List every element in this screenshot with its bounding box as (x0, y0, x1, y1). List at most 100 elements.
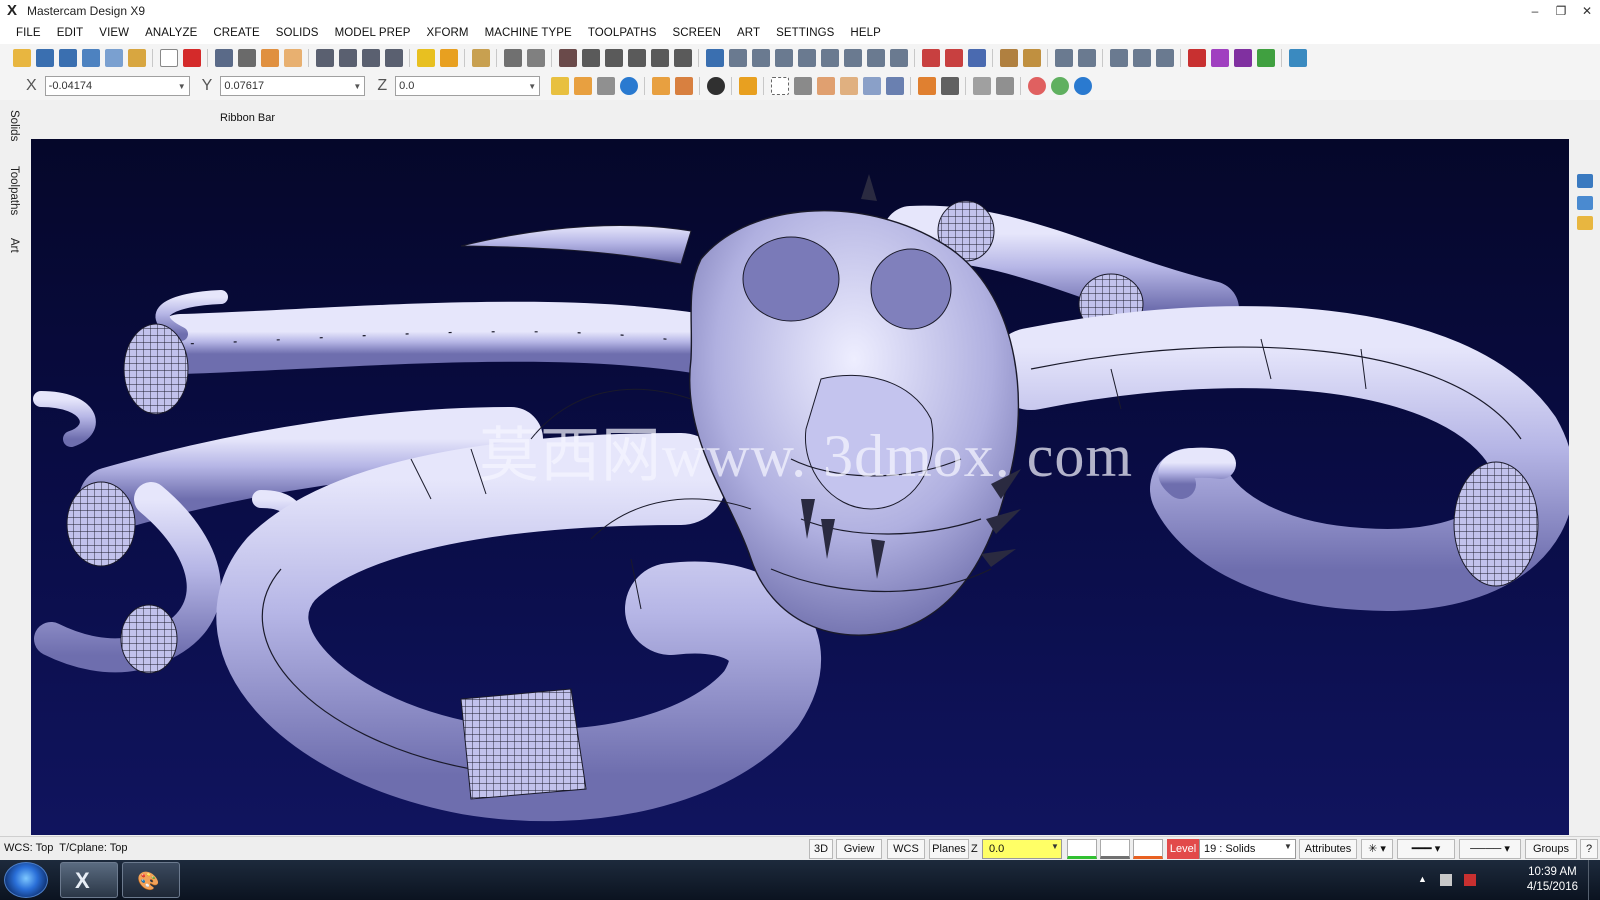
analyze-icon[interactable] (214, 49, 233, 67)
menu-machine-type[interactable]: MACHINE TYPE (477, 22, 580, 44)
window-select-icon[interactable] (674, 77, 693, 95)
spline-icon[interactable] (797, 49, 816, 67)
delete-entity-icon[interactable] (526, 49, 545, 67)
view-3d-button[interactable]: 3D (809, 839, 833, 859)
x-coord-input[interactable]: -0.04174 ▼ (44, 76, 190, 96)
point-icon[interactable] (705, 49, 724, 67)
attributes-button[interactable]: Attributes (1299, 839, 1357, 859)
face-select-icon[interactable] (839, 77, 858, 95)
refresh-icon[interactable] (706, 77, 725, 95)
scale-icon[interactable] (673, 49, 692, 67)
help-icon[interactable] (619, 77, 638, 95)
stretch-icon[interactable] (627, 49, 646, 67)
pointer-icon[interactable] (793, 77, 812, 95)
surface-icon[interactable] (1054, 49, 1073, 67)
print-icon[interactable] (1155, 49, 1174, 67)
level-select[interactable]: 19 : Solids (1199, 839, 1296, 859)
save-icon[interactable] (35, 49, 54, 67)
point-style-select[interactable]: ✳ ▾ (1361, 839, 1393, 859)
menu-file[interactable]: FILE (8, 22, 49, 44)
menu-help[interactable]: HELP (842, 22, 888, 44)
folder-icon[interactable] (1577, 216, 1593, 230)
line-width-select[interactable]: ──── ▾ (1459, 839, 1521, 859)
tab-art[interactable]: Art (8, 238, 20, 253)
sum-icon[interactable] (237, 49, 256, 67)
menu-screen[interactable]: SCREEN (664, 22, 729, 44)
sketch-icon[interactable] (889, 49, 908, 67)
restore-button[interactable]: ❐ (1548, 0, 1574, 22)
fill-color-button[interactable] (1100, 839, 1130, 859)
level-label[interactable]: Level (1167, 839, 1199, 859)
wcs-button[interactable]: WCS (887, 839, 925, 859)
menu-toolpaths[interactable]: TOOLPATHS (580, 22, 665, 44)
planes-button[interactable]: Planes (929, 839, 969, 859)
groups-button[interactable]: Groups (1525, 839, 1577, 859)
copy-icon[interactable] (260, 49, 279, 67)
pencil-icon[interactable] (416, 49, 435, 67)
group-select-icon[interactable] (972, 77, 991, 95)
y-coord-input[interactable]: 0.07617 ▼ (220, 76, 366, 96)
curve-icon[interactable] (843, 49, 862, 67)
break-icon[interactable] (503, 49, 522, 67)
circle-icon[interactable] (751, 49, 770, 67)
show-desktop-button[interactable] (1588, 860, 1600, 900)
analyze-contour-icon[interactable] (384, 49, 403, 67)
open-file-icon[interactable] (12, 49, 31, 67)
list-icon[interactable] (999, 49, 1018, 67)
solid-revolve-icon[interactable] (944, 49, 963, 67)
menu-xform[interactable]: XFORM (419, 22, 477, 44)
copy-file-icon[interactable] (104, 49, 123, 67)
settings-icon[interactable] (1233, 49, 1252, 67)
translate-icon[interactable] (558, 49, 577, 67)
z-depth-input[interactable]: 0.0 (982, 839, 1062, 859)
start-button[interactable] (4, 862, 48, 898)
chevron-down-icon[interactable]: ▼ (1051, 842, 1059, 851)
tab-solids[interactable]: Solids (8, 110, 20, 141)
chevron-down-icon[interactable]: ▼ (528, 82, 536, 91)
cancel-icon[interactable] (1027, 77, 1046, 95)
menu-edit[interactable]: EDIT (49, 22, 92, 44)
solid-color-button[interactable] (1133, 839, 1163, 859)
line-icon[interactable] (728, 49, 747, 67)
ok-icon[interactable] (1050, 77, 1069, 95)
menu-settings[interactable]: SETTINGS (768, 22, 842, 44)
chain-select-icon[interactable] (651, 77, 670, 95)
tray-expand-icon[interactable]: ▲ (1418, 874, 1430, 886)
eraser-icon[interactable] (439, 49, 458, 67)
autocursor-icon[interactable] (573, 77, 592, 95)
z-coord-input[interactable]: 0.0 ▼ (395, 76, 541, 96)
network-icon[interactable] (1464, 874, 1476, 886)
recycle-icon[interactable] (1256, 49, 1275, 67)
gear-icon[interactable] (1210, 49, 1229, 67)
close-window-button[interactable]: ✕ (1574, 0, 1600, 22)
tray-device-icon[interactable] (1440, 874, 1452, 886)
menu-create[interactable]: CREATE (205, 22, 267, 44)
window-mode-icon[interactable] (770, 77, 789, 95)
result-select-icon[interactable] (995, 77, 1014, 95)
clock[interactable]: 10:39 AM 4/15/2016 (1527, 865, 1578, 895)
art-icon[interactable] (1187, 49, 1206, 67)
help-circle-icon[interactable] (1073, 77, 1092, 95)
menu-model-prep[interactable]: MODEL PREP (327, 22, 419, 44)
solid-select-icon[interactable] (816, 77, 835, 95)
body-select-icon[interactable] (862, 77, 881, 95)
fast-point-icon[interactable] (550, 77, 569, 95)
menu-art[interactable]: ART (729, 22, 768, 44)
delete-icon[interactable] (182, 49, 201, 67)
planes-icon[interactable] (1577, 196, 1593, 210)
wireframe-icon[interactable] (1132, 49, 1151, 67)
chevron-down-icon[interactable]: ▼ (178, 82, 186, 91)
box-icon[interactable] (820, 49, 839, 67)
offset-icon[interactable] (650, 49, 669, 67)
arch-icon[interactable] (1022, 49, 1041, 67)
graphics-viewport[interactable]: 莫西网www. 3dmox. com (31, 139, 1569, 835)
chevron-down-icon[interactable]: ▼ (1284, 842, 1292, 851)
tab-toolpaths[interactable]: Toolpaths (8, 166, 20, 215)
solid-extrude-icon[interactable] (921, 49, 940, 67)
analyze-angle-icon[interactable] (361, 49, 380, 67)
analyze-distance-icon[interactable] (338, 49, 357, 67)
layers-icon[interactable] (1577, 174, 1593, 188)
mesh-icon[interactable] (1077, 49, 1096, 67)
chain-icon[interactable] (866, 49, 885, 67)
menu-view[interactable]: VIEW (91, 22, 137, 44)
